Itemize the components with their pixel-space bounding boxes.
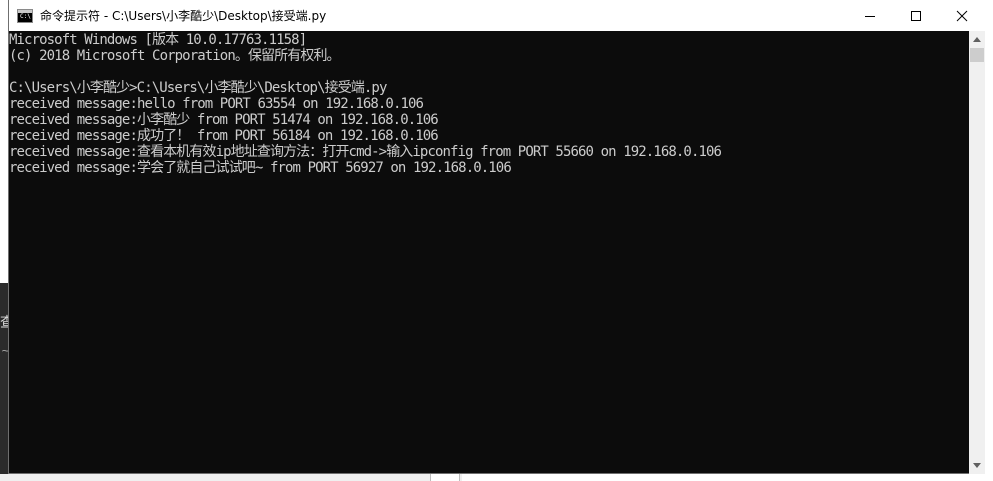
scroll-thumb[interactable] bbox=[970, 48, 984, 62]
cmd-icon-text: C:\ bbox=[20, 12, 31, 20]
title-bar[interactable]: C:\ 命令提示符 - C:\Users\小李酷少\Desktop\接受端.py bbox=[9, 0, 985, 31]
close-icon bbox=[956, 10, 968, 21]
close-button[interactable] bbox=[939, 0, 985, 31]
scroll-up-button[interactable] bbox=[969, 31, 985, 48]
console-line: received message:查看本机有效ip地址查询方法：打开cmd->输… bbox=[9, 144, 722, 160]
maximize-icon bbox=[911, 10, 921, 21]
console-line: received message:成功了！ from PORT 56184 on… bbox=[9, 128, 439, 144]
console-output[interactable]: Microsoft Windows [版本 10.0.17763.1158] (… bbox=[9, 31, 969, 474]
command-prompt-window[interactable]: C:\ 命令提示符 - C:\Users\小李酷少\Desktop\接受端.py… bbox=[8, 0, 985, 474]
minimize-button[interactable] bbox=[847, 0, 893, 31]
chevron-up-icon bbox=[973, 37, 981, 42]
maximize-button[interactable] bbox=[893, 0, 939, 31]
window-controls bbox=[847, 0, 985, 31]
console-line: (c) 2018 Microsoft Corporation。保留所有权利。 bbox=[9, 48, 341, 64]
minimize-icon bbox=[865, 15, 875, 17]
cmd-icon[interactable]: C:\ bbox=[17, 8, 33, 23]
console-line: received message:hello from PORT 63554 o… bbox=[9, 96, 424, 112]
background-divider bbox=[430, 474, 460, 481]
console-line: received message:小李酷少 from PORT 51474 on… bbox=[9, 112, 439, 128]
window-title: 命令提示符 - C:\Users\小李酷少\Desktop\接受端.py bbox=[40, 9, 327, 23]
background-window-left: 查 ~ bbox=[0, 0, 14, 481]
vertical-scrollbar[interactable] bbox=[969, 31, 985, 474]
console-line: C:\Users\小李酷少>C:\Users\小李酷少\Desktop\接受端.… bbox=[9, 80, 387, 96]
console-line: received message:学会了就自己试试吧~ from PORT 56… bbox=[9, 160, 512, 176]
console-line: Microsoft Windows [版本 10.0.17763.1158] bbox=[9, 32, 307, 48]
background-window-bottom bbox=[0, 474, 993, 481]
chevron-down-icon bbox=[973, 463, 981, 468]
scroll-down-button[interactable] bbox=[969, 457, 985, 474]
background-panel bbox=[462, 474, 993, 481]
